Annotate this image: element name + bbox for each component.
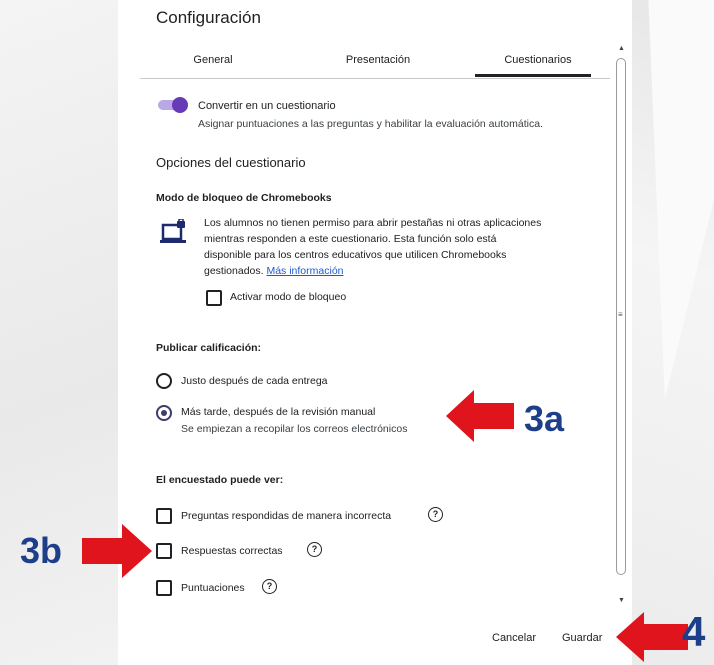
toggle-knob <box>172 97 188 113</box>
publish-heading: Publicar calificación: <box>156 342 262 354</box>
help-icon[interactable]: ? <box>262 579 277 594</box>
publish-radio-later[interactable] <box>156 405 172 421</box>
more-info-link[interactable]: Más información <box>266 265 343 277</box>
quiz-toggle-label: Convertir en un cuestionario <box>198 100 336 112</box>
checkbox-incorrect-answers[interactable] <box>156 508 172 524</box>
settings-dialog: Configuración General Presentación Cuest… <box>118 0 632 665</box>
tab-divider <box>140 78 610 79</box>
lock-mode-line-4-text: gestionados. <box>204 265 264 277</box>
checkbox-scores[interactable] <box>156 580 172 596</box>
lock-mode-line-2: mientras responden a este cuestionario. … <box>204 233 497 245</box>
annotation-3a-label: 3a <box>524 398 565 439</box>
lock-mode-checkbox-label: Activar modo de bloqueo <box>230 291 347 303</box>
laptop-lock-icon <box>160 218 188 252</box>
publish-option-immediate-label: Justo después de cada entrega <box>181 375 328 387</box>
tab-general[interactable]: General <box>173 54 253 66</box>
annotation-3b-label: 3b <box>20 530 63 571</box>
save-button[interactable]: Guardar <box>562 632 602 644</box>
publish-option-later-label: Más tarde, después de la revisión manual <box>181 406 376 418</box>
scroll-up-arrow-icon[interactable]: ▲ <box>618 45 625 52</box>
tab-quizzes[interactable]: Cuestionarios <box>488 54 588 66</box>
help-icon[interactable]: ? <box>428 507 443 522</box>
lock-mode-title: Modo de bloqueo de Chromebooks <box>156 192 332 204</box>
active-tab-indicator <box>475 74 591 77</box>
arrow-3b-icon <box>82 524 152 578</box>
quiz-toggle-description: Asignar puntuaciones a las preguntas y h… <box>198 118 543 130</box>
incorrect-answers-label: Preguntas respondidas de manera incorrec… <box>181 510 392 522</box>
lock-mode-line-1: Los alumnos no tienen permiso para abrir… <box>204 217 542 229</box>
publish-radio-immediate[interactable] <box>156 373 172 389</box>
respondent-heading: El encuestado puede ver: <box>156 474 284 486</box>
help-icon[interactable]: ? <box>307 542 322 557</box>
lock-mode-line-3: disponible para los centros educativos q… <box>204 249 507 261</box>
lock-mode-checkbox[interactable] <box>206 290 222 306</box>
tab-presentation[interactable]: Presentación <box>323 54 433 66</box>
lock-mode-line-4: gestionados. Más información <box>204 265 344 277</box>
radio-selected-dot <box>161 410 167 416</box>
arrow-3a-icon <box>446 390 514 442</box>
correct-answers-label: Respuestas correctas <box>181 545 283 557</box>
scores-label: Puntuaciones <box>181 582 245 594</box>
scroll-down-arrow-icon[interactable]: ▼ <box>618 597 625 604</box>
quiz-toggle[interactable] <box>158 97 188 113</box>
cancel-button[interactable]: Cancelar <box>492 632 536 644</box>
annotation-4-label: 4 <box>682 608 706 655</box>
quiz-options-heading: Opciones del cuestionario <box>156 155 306 170</box>
publish-option-later-sub: Se empiezan a recopilar los correos elec… <box>181 423 408 435</box>
arrow-4-icon <box>616 612 688 662</box>
dialog-title: Configuración <box>156 8 261 27</box>
scroll-grip-icon: ≡ <box>618 310 623 319</box>
checkbox-correct-answers[interactable] <box>156 543 172 559</box>
